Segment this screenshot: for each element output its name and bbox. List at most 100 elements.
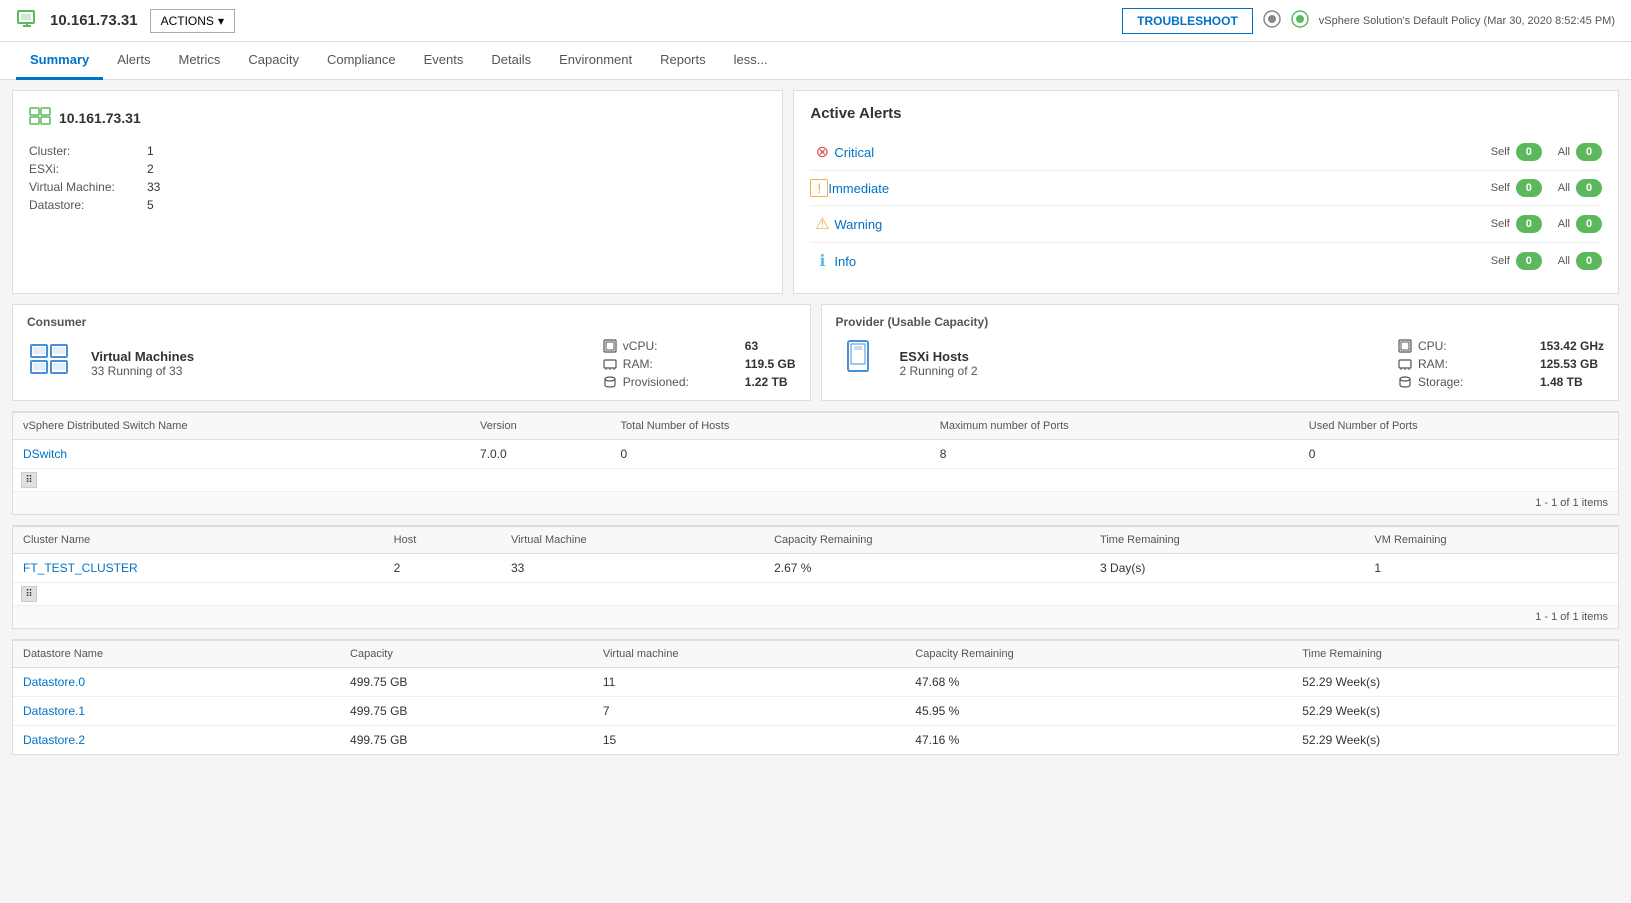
provider-type: ESXi Hosts [900, 349, 978, 364]
provider-storage-value: 1.48 TB [1540, 375, 1604, 389]
critical-name[interactable]: Critical [834, 145, 1490, 160]
alerts-panel: Active Alerts ⊗ Critical Self 0 All 0 ! … [793, 90, 1619, 294]
warning-icon: ⚠ [810, 214, 834, 234]
cluster-host: 2 [384, 554, 501, 583]
tab-alerts[interactable]: Alerts [103, 42, 164, 80]
tab-capacity[interactable]: Capacity [234, 42, 313, 80]
alerts-title: Active Alerts [810, 105, 1602, 122]
ds0-name[interactable]: Datastore.0 [13, 668, 340, 697]
warning-all: All 0 [1558, 215, 1602, 233]
provider-ram-icon [1398, 357, 1412, 371]
provider-panel: Provider (Usable Capacity) ESXi Hosts 2 … [821, 304, 1620, 401]
vswitch-col-version: Version [470, 413, 610, 440]
provider-desc: ESXi Hosts 2 Running of 2 [900, 349, 978, 378]
tab-environment[interactable]: Environment [545, 42, 646, 80]
main-content: 10.161.73.31 Cluster: 1 ESXi: 2 Virtual … [0, 80, 1631, 775]
consumer-stats: vCPU: 63 RAM: 119.5 GB Provisioned: 1.22… [603, 339, 796, 389]
warning-name[interactable]: Warning [834, 217, 1490, 232]
ds1-timerem: 52.29 Week(s) [1292, 697, 1618, 726]
provider-label: Provider (Usable Capacity) [836, 315, 1605, 329]
policy-text: vSphere Solution's Default Policy (Mar 3… [1319, 15, 1615, 27]
info-name[interactable]: Info [834, 254, 1490, 269]
critical-all: All 0 [1558, 143, 1602, 161]
info-title: 10.161.73.31 [59, 110, 141, 126]
datastore-table: Datastore Name Capacity Virtual machine … [13, 640, 1618, 754]
critical-self-count: 0 [1516, 143, 1542, 161]
ds2-caprem: 47.16 % [905, 726, 1292, 755]
info-self-count: 0 [1516, 252, 1542, 270]
immediate-name[interactable]: Immediate [828, 181, 1490, 196]
tab-metrics[interactable]: Metrics [164, 42, 234, 80]
ds2-capacity: 499.75 GB [340, 726, 593, 755]
resize-handle-2[interactable]: ⠿ [21, 586, 37, 602]
cluster-timerem: 3 Day(s) [1090, 554, 1364, 583]
tab-compliance[interactable]: Compliance [313, 42, 410, 80]
consumer-icon [27, 337, 71, 390]
resize-handle[interactable]: ⠿ [21, 472, 37, 488]
provider-storage-label: Storage: [1398, 375, 1528, 389]
consumer-panel: Consumer Virtual Machines [12, 304, 811, 401]
consumer-ram-value: 119.5 GB [745, 357, 796, 371]
esxi-value: 2 [147, 162, 766, 176]
dswitch-hosts: 0 [611, 440, 930, 469]
vm-status-icon [16, 8, 38, 33]
immediate-all: All 0 [1558, 179, 1602, 197]
cluster-table-section: Cluster Name Host Virtual Machine Capaci… [12, 525, 1619, 629]
vswitch-table: vSphere Distributed Switch Name Version … [13, 412, 1618, 491]
cluster-value: 1 [147, 144, 766, 158]
consumer-inner: Virtual Machines 33 Running of 33 vCPU: … [27, 337, 796, 390]
cp-section: Consumer Virtual Machines [12, 304, 1619, 401]
cluster-col-vm: Virtual Machine [501, 527, 764, 554]
ds-col-timerem: Time Remaining [1292, 641, 1618, 668]
ds1-name[interactable]: Datastore.1 [13, 697, 340, 726]
table-row: Datastore.0 499.75 GB 11 47.68 % 52.29 W… [13, 668, 1618, 697]
cpu-icon [1398, 339, 1412, 353]
provider-stats: CPU: 153.42 GHz RAM: 125.53 GB Storage: … [1398, 339, 1604, 389]
cluster-table: Cluster Name Host Virtual Machine Capaci… [13, 526, 1618, 605]
tab-summary[interactable]: Summary [16, 42, 103, 80]
provider-running: 2 Running of 2 [900, 364, 978, 378]
tab-reports[interactable]: Reports [646, 42, 720, 80]
info-all-count: 0 [1576, 252, 1602, 270]
tab-details[interactable]: Details [477, 42, 545, 80]
top-panels: 10.161.73.31 Cluster: 1 ESXi: 2 Virtual … [12, 90, 1619, 294]
immediate-self-count: 0 [1516, 179, 1542, 197]
vswitch-col-hosts: Total Number of Hosts [611, 413, 930, 440]
table-resize-row: ⠿ [13, 469, 1618, 492]
ds2-name[interactable]: Datastore.2 [13, 726, 340, 755]
ds2-timerem: 52.29 Week(s) [1292, 726, 1618, 755]
alert-critical: ⊗ Critical Self 0 All 0 [810, 134, 1602, 171]
info-panel: 10.161.73.31 Cluster: 1 ESXi: 2 Virtual … [12, 90, 783, 294]
actions-button[interactable]: ACTIONS ▾ [150, 9, 235, 33]
ds-col-caprem: Capacity Remaining [905, 641, 1292, 668]
troubleshoot-button[interactable]: TROUBLESHOOT [1122, 8, 1253, 34]
ip-address: 10.161.73.31 [50, 12, 138, 29]
tab-events[interactable]: Events [410, 42, 478, 80]
ds-label: Datastore: [29, 198, 139, 212]
vswitch-col-name: vSphere Distributed Switch Name [13, 413, 470, 440]
vswitch-col-maxports: Maximum number of Ports [930, 413, 1299, 440]
table-row: DSwitch 7.0.0 0 8 0 [13, 440, 1618, 469]
ds0-timerem: 52.29 Week(s) [1292, 668, 1618, 697]
chevron-down-icon: ▾ [218, 14, 224, 28]
critical-icon: ⊗ [810, 142, 834, 162]
dswitch-name[interactable]: DSwitch [13, 440, 470, 469]
provider-ram-value: 125.53 GB [1540, 357, 1604, 371]
storage-icon [603, 375, 617, 389]
vm-label: Virtual Machine: [29, 180, 139, 194]
vm-value: 33 [147, 180, 766, 194]
ds0-caprem: 47.68 % [905, 668, 1292, 697]
ds0-capacity: 499.75 GB [340, 668, 593, 697]
warning-all-count: 0 [1576, 215, 1602, 233]
cluster-col-caprem: Capacity Remaining [764, 527, 1090, 554]
top-bar-left: 10.161.73.31 ACTIONS ▾ [16, 8, 235, 33]
immediate-self: Self 0 [1491, 179, 1542, 197]
tab-less[interactable]: less... [720, 42, 782, 80]
vcpu-label: vCPU: [603, 339, 733, 353]
cluster-col-vmrem: VM Remaining [1364, 527, 1618, 554]
alert-immediate: ! Immediate Self 0 All 0 [810, 171, 1602, 206]
dswitch-usedports: 0 [1299, 440, 1618, 469]
ds-value: 5 [147, 198, 766, 212]
vcpu-icon [603, 339, 617, 353]
cluster-name[interactable]: FT_TEST_CLUSTER [13, 554, 384, 583]
